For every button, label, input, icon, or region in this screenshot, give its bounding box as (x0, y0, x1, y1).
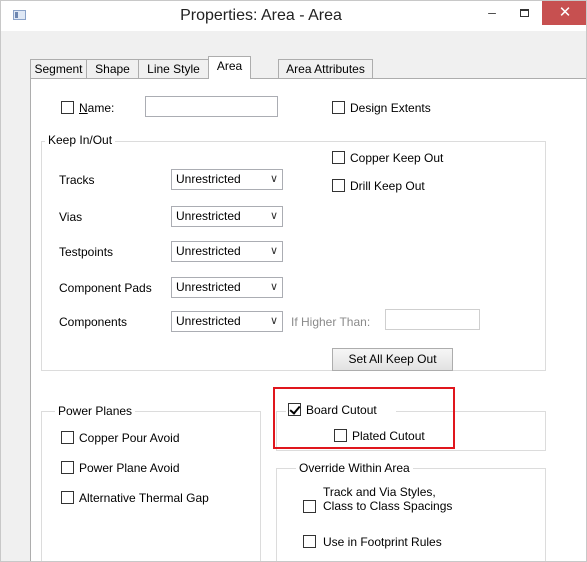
vias-label: Vias (59, 210, 83, 224)
tab-area[interactable]: Area (208, 56, 251, 79)
components-label: Components (59, 315, 128, 329)
track-via-styles-checkbox[interactable] (303, 500, 316, 513)
use-in-footprint-rules-checkbox[interactable] (303, 535, 316, 548)
title-bar: Properties: Area - Area – ✕ (1, 1, 586, 31)
power-planes-title: Power Planes (55, 404, 136, 418)
keep-in-out-group (41, 141, 546, 371)
drill-keep-out-checkbox[interactable] (332, 179, 345, 192)
components-select-value: Unrestricted (176, 314, 241, 328)
minimize-button[interactable]: – (477, 1, 507, 25)
area-tab-page: Name: Design Extents Keep In/Out Copper … (30, 78, 586, 561)
chevron-down-icon: ∨ (269, 173, 278, 185)
power-plane-avoid-label: Power Plane Avoid (79, 461, 180, 475)
copper-pour-avoid-checkbox[interactable] (61, 431, 74, 444)
components-select[interactable]: Unrestricted ∨ (171, 311, 283, 332)
track-via-styles-line1: Track and Via Styles, (323, 485, 436, 499)
vias-select[interactable]: Unrestricted ∨ (171, 206, 283, 227)
name-label: Name: (79, 101, 115, 115)
set-all-keep-out-button[interactable]: Set All Keep Out (332, 348, 453, 371)
component-pads-select[interactable]: Unrestricted ∨ (171, 277, 283, 298)
alternative-thermal-gap-checkbox[interactable] (61, 491, 74, 504)
tab-shape[interactable]: Shape (86, 59, 139, 79)
window-title: Properties: Area - Area (180, 7, 342, 24)
use-in-footprint-rules-label: Use in Footprint Rules (323, 535, 442, 549)
tab-segment[interactable]: Segment (30, 59, 87, 79)
override-within-area-title: Override Within Area (296, 461, 413, 475)
component-pads-select-value: Unrestricted (176, 280, 241, 294)
track-via-styles-line2: Class to Class Spacings (323, 499, 453, 513)
testpoints-select[interactable]: Unrestricted ∨ (171, 241, 283, 262)
tracks-select[interactable]: Unrestricted ∨ (171, 169, 283, 190)
tab-area-attributes[interactable]: Area Attributes (278, 59, 373, 79)
tracks-label: Tracks (59, 173, 95, 187)
tab-line-style[interactable]: Line Style (138, 59, 209, 79)
component-pads-label: Component Pads (59, 281, 152, 295)
power-plane-avoid-checkbox[interactable] (61, 461, 74, 474)
chevron-down-icon: ∨ (269, 281, 278, 293)
chevron-down-icon: ∨ (269, 210, 278, 222)
drill-keep-out-label: Drill Keep Out (350, 179, 425, 193)
copper-pour-avoid-label: Copper Pour Avoid (79, 431, 180, 445)
testpoints-label: Testpoints (59, 245, 114, 259)
maximize-icon (519, 9, 529, 17)
copper-keep-out-label: Copper Keep Out (350, 151, 444, 165)
name-input[interactable] (145, 96, 278, 117)
name-checkbox[interactable] (61, 101, 74, 114)
tracks-select-value: Unrestricted (176, 172, 241, 186)
design-extents-checkbox[interactable] (332, 101, 345, 114)
chevron-down-icon: ∨ (269, 245, 278, 257)
keep-in-out-title: Keep In/Out (45, 133, 116, 147)
vias-select-value: Unrestricted (176, 209, 241, 223)
copper-keep-out-checkbox[interactable] (332, 151, 345, 164)
if-higher-than-input[interactable] (385, 309, 480, 330)
properties-window: Properties: Area - Area – ✕ Segment Shap… (0, 0, 587, 562)
name-label-rest: ame: (87, 101, 115, 115)
close-button[interactable]: ✕ (542, 1, 586, 25)
track-via-styles-label: Track and Via Styles, Class to Class Spa… (323, 485, 452, 513)
maximize-button[interactable] (509, 1, 539, 25)
testpoints-select-value: Unrestricted (176, 244, 241, 258)
alternative-thermal-gap-label: Alternative Thermal Gap (79, 491, 209, 505)
if-higher-than-label: If Higher Than: (291, 315, 371, 329)
design-extents-label: Design Extents (350, 101, 431, 115)
board-cutout-highlight (273, 387, 455, 449)
chevron-down-icon: ∨ (269, 315, 278, 327)
